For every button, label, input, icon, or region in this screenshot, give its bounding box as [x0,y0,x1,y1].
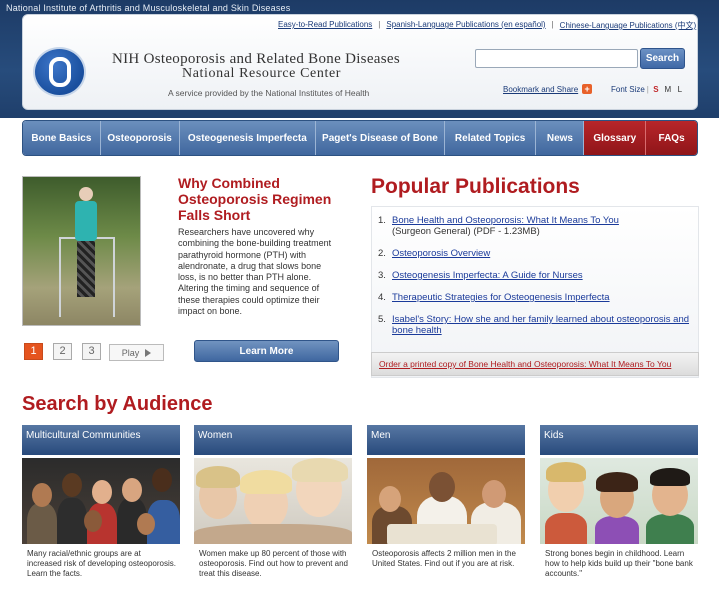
audience-image[interactable] [22,458,180,544]
nav-bone-basics[interactable]: Bone Basics [23,121,101,155]
nav-faqs[interactable]: FAQs [646,121,697,155]
spanish-link[interactable]: Spanish-Language Publications (en españo… [386,20,545,31]
audience-description: Women make up 80 percent of those with o… [199,549,348,578]
search-by-audience-title: Search by Audience [22,393,213,415]
nav-pagets-disease[interactable]: Paget's Disease of Bone [316,121,445,155]
separator: | [551,20,554,29]
nav-glossary[interactable]: Glossary [584,121,647,155]
feature-image[interactable] [22,176,141,326]
popular-publications-title: Popular Publications [371,175,580,198]
feature-pager: 1 2 3 [24,343,101,360]
nav-osteoporosis[interactable]: Osteoporosis [100,121,180,155]
chinese-link[interactable]: Chinese-Language Publications (中文) [560,20,697,31]
publications-list: 1. Bone Health and Osteoporosis: What It… [378,215,693,347]
publication-link[interactable]: Therapeutic Strategies for Osteogenesis … [392,292,610,303]
tagline: A service provided by the National Insti… [168,88,370,98]
audience-card-women: Women Women make up 80 percent of those … [194,425,352,589]
audience-heading[interactable]: Women [194,425,352,455]
page-1-button[interactable]: 1 [24,343,43,360]
page-3-button[interactable]: 3 [82,343,101,360]
audience-image[interactable] [367,458,525,544]
audience-image[interactable] [194,458,352,544]
list-number: 2. [378,248,386,259]
audience-heading[interactable]: Multicultural Communities [22,425,180,455]
feature-body: Researchers have uncovered why combining… [178,227,332,317]
font-size-small[interactable]: S [651,84,661,95]
top-links: Easy-to-Read Publications | Spanish-Lang… [278,20,696,31]
list-item: 1. Bone Health and Osteoporosis: What It… [378,215,693,237]
audience-card-kids: Kids Strong bones begin in childhood. Le… [540,425,698,589]
bookmark-share[interactable]: Bookmark and Share + [503,84,593,94]
nav-news[interactable]: News [536,121,585,155]
page-2-button[interactable]: 2 [53,343,72,360]
bookmark-label[interactable]: Bookmark and Share [503,85,578,94]
list-number: 5. [378,314,386,325]
publication-link[interactable]: Osteogenesis Imperfecta: A Guide for Nur… [392,270,583,281]
separator: | [378,20,381,29]
nih-logo-icon[interactable] [33,47,86,97]
agency-name: National Institute of Arthritis and Musc… [6,3,291,13]
publication-link[interactable]: Isabel's Story: How she and her family l… [392,314,692,336]
audience-image[interactable] [540,458,698,544]
publication-link[interactable]: Osteoporosis Overview [392,248,490,259]
search-button[interactable]: Search [640,48,685,69]
audience-description: Osteoporosis affects 2 million men in th… [372,549,516,568]
audience-card-men: Men Osteoporosis affects 2 million men i… [367,425,525,589]
list-number: 1. [378,215,386,226]
list-number: 3. [378,270,386,281]
font-size-large[interactable]: L [675,84,685,95]
list-number: 4. [378,292,386,303]
easy-to-read-link[interactable]: Easy-to-Read Publications [278,20,372,31]
play-icon [145,348,152,357]
order-bar: Order a printed copy of Bone Health and … [371,352,699,376]
learn-more-button[interactable]: Learn More [194,340,339,362]
publication-link[interactable]: Bone Health and Osteoporosis: What It Me… [392,215,619,226]
site-subtitle[interactable]: National Resource Center [182,66,341,82]
audience-heading[interactable]: Men [367,425,525,455]
nav-related-topics[interactable]: Related Topics [444,121,537,155]
feature-title[interactable]: Why Combined Osteoporosis Regimen Falls … [178,175,338,223]
audience-description: Strong bones begin in childhood. Learn h… [545,549,693,578]
list-item: 2. Osteoporosis Overview [378,248,693,259]
audience-card-multicultural: Multicultural Communities Many racial/et… [22,425,180,589]
font-size-medium[interactable]: M [663,84,673,95]
list-item: 4. Therapeutic Strategies for Osteogenes… [378,292,693,303]
main-nav: Bone Basics Osteoporosis Osteogenesis Im… [22,120,698,156]
publication-note: (Surgeon General) (PDF - 1.23MB) [392,226,540,237]
search-input[interactable] [475,49,638,68]
play-label: Play [121,347,140,358]
audience-heading[interactable]: Kids [540,425,698,455]
list-item: 5. Isabel's Story: How she and her famil… [378,314,693,336]
list-item: 3. Osteogenesis Imperfecta: A Guide for … [378,270,693,281]
nav-osteogenesis-imperfecta[interactable]: Osteogenesis Imperfecta [179,121,317,155]
plus-icon[interactable]: + [582,84,593,94]
order-printed-copy-link[interactable]: Order a printed copy of Bone Health and … [379,359,671,369]
play-button[interactable]: Play [109,344,164,361]
font-size-control: Font Size | S M L [611,84,685,95]
font-size-label: Font Size [611,85,645,94]
audience-description: Many racial/ethnic groups are at increas… [27,549,176,578]
